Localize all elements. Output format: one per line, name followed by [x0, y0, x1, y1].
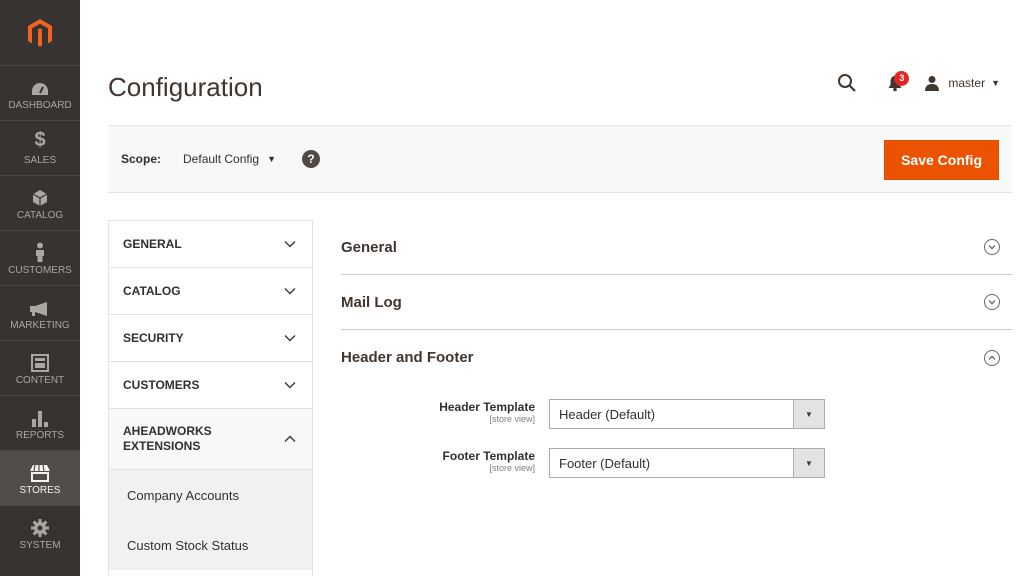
user-menu[interactable]: master ▼ [924, 75, 1000, 91]
select-value: Footer (Default) [559, 455, 651, 471]
section-general[interactable]: General [341, 220, 1012, 275]
menu-item-content[interactable]: CONTENT [0, 340, 80, 395]
menu-item-catalog[interactable]: CATALOG [0, 175, 80, 230]
expand-icon [984, 239, 1000, 255]
expand-icon [984, 294, 1000, 310]
chevron-down-icon [284, 335, 296, 342]
admin-sidebar: DASHBOARD $ SALES CATALOG CUSTOMERS MARK… [0, 0, 80, 576]
config-nav: GENERAL CATALOG SECURITY CUSTOMERS AHEAD… [108, 220, 313, 576]
store-icon [29, 460, 51, 482]
nav-children: Company Accounts Custom Stock Status [109, 470, 312, 570]
dashboard-icon [30, 75, 50, 97]
content-icon [31, 350, 49, 372]
menu-item-stores[interactable]: STORES [0, 450, 80, 505]
chevron-down-icon [284, 382, 296, 389]
config-content: General Mail Log Header and Footer Heade… [341, 220, 1012, 484]
menu-label: MARKETING [10, 320, 70, 331]
section-mail-log[interactable]: Mail Log [341, 275, 1012, 330]
menu-label: CONTENT [15, 375, 65, 386]
field-scope: [store view] [489, 414, 535, 424]
chevron-down-icon [284, 288, 296, 295]
field-label-block: Footer Template [store view] [341, 448, 549, 473]
scope-bar: Scope: Default Config ▼ ? Save Config [108, 125, 1012, 193]
field-footer-template: Footer Template [store view] Footer (Def… [341, 448, 1012, 484]
menu-label: CATALOG [16, 210, 64, 221]
section-title: General [341, 238, 397, 256]
menu-label: SYSTEM [19, 540, 61, 551]
person-icon [34, 240, 46, 262]
save-config-button[interactable]: Save Config [884, 140, 999, 180]
cube-icon [32, 185, 48, 207]
menu-item-system[interactable]: SYSTEM [0, 505, 80, 560]
field-label-block: Header Template [store view] [341, 399, 549, 424]
search-button[interactable] [834, 70, 860, 96]
header-actions: 3 master ▼ [834, 70, 1000, 96]
user-icon [925, 76, 940, 91]
megaphone-icon [29, 295, 51, 317]
field-header-template: Header Template [store view] Header (Def… [341, 399, 1012, 435]
nav-section-label: CATALOG [123, 283, 181, 298]
nav-section-label: SECURITY [123, 330, 184, 345]
nav-section-label: GENERAL [123, 236, 182, 251]
chevron-down-icon: ▼ [991, 78, 1000, 88]
page-title: Configuration [108, 72, 263, 102]
section-header-and-footer[interactable]: Header and Footer [341, 330, 1012, 385]
chevron-down-icon: ▼ [267, 154, 276, 164]
nav-section-general[interactable]: GENERAL [109, 221, 312, 268]
nav-section-catalog[interactable]: CATALOG [109, 268, 312, 315]
menu-item-marketing[interactable]: MARKETING [0, 285, 80, 340]
chevron-down-icon: ▼ [793, 449, 824, 477]
user-name: master [948, 76, 986, 90]
help-icon[interactable]: ? [301, 150, 320, 168]
menu-label: SALES [23, 155, 57, 166]
chevron-down-icon [284, 241, 296, 248]
chevron-down-icon: ▼ [793, 400, 824, 428]
chevron-up-icon [284, 435, 296, 442]
magento-logo[interactable] [0, 0, 80, 65]
menu-label: DASHBOARD [8, 100, 72, 111]
nav-item-custom-stock-status[interactable]: Custom Stock Status [109, 520, 312, 570]
menu-label: REPORTS [15, 430, 65, 441]
footer-template-select[interactable]: Footer (Default) ▼ [549, 448, 825, 478]
scope-label: Scope: [121, 152, 162, 166]
nav-section-aheadworks-extensions[interactable]: AHEADWORKS EXTENSIONS [109, 409, 312, 470]
scope-switcher[interactable]: Default Config ▼ [183, 152, 276, 166]
menu-item-customers[interactable]: CUSTOMERS [0, 230, 80, 285]
search-icon [838, 74, 857, 92]
dollar-icon: $ [34, 129, 46, 151]
field-label: Footer Template [442, 449, 535, 463]
menu-label: STORES [19, 485, 61, 496]
magento-logo-icon [28, 18, 52, 47]
field-scope: [store view] [489, 463, 535, 473]
nav-section-customers[interactable]: CUSTOMERS [109, 362, 312, 409]
menu-item-sales[interactable]: $ SALES [0, 120, 80, 175]
nav-section-label: AHEADWORKS EXTENSIONS [123, 424, 212, 453]
gear-icon [31, 515, 49, 537]
scope-value: Default Config [183, 152, 260, 166]
collapse-icon [984, 349, 1000, 366]
nav-item-company-accounts[interactable]: Company Accounts [109, 470, 312, 520]
header-template-select[interactable]: Header (Default) ▼ [549, 399, 825, 429]
nav-section-label: CUSTOMERS [123, 377, 200, 392]
section-title: Header and Footer [341, 349, 474, 366]
menu-label: CUSTOMERS [8, 265, 72, 276]
nav-section-security[interactable]: SECURITY [109, 315, 312, 362]
bar-chart-icon [31, 405, 49, 427]
select-value: Header (Default) [559, 406, 656, 422]
field-label: Header Template [439, 400, 535, 414]
notifications-badge: 3 [894, 71, 910, 86]
section-title: Mail Log [341, 293, 402, 311]
menu-item-dashboard[interactable]: DASHBOARD [0, 65, 80, 120]
menu-item-reports[interactable]: REPORTS [0, 395, 80, 450]
notifications-button[interactable]: 3 [882, 70, 910, 96]
